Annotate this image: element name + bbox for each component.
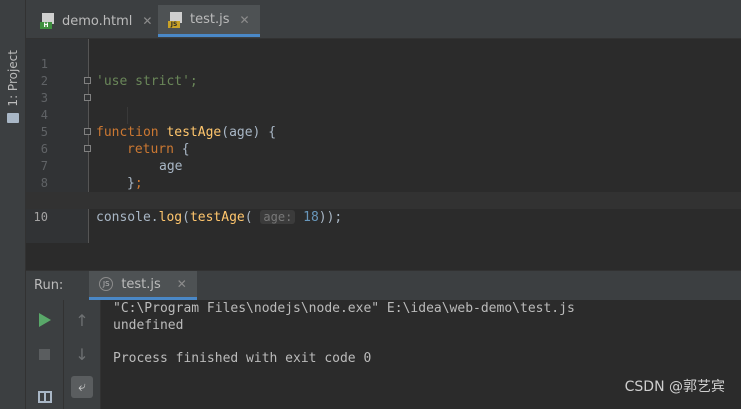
close-icon[interactable]: ✕ <box>239 13 249 27</box>
number-literal: 18 <box>303 210 319 225</box>
code-text: ( <box>244 210 261 225</box>
fold-marker-icon[interactable] <box>84 77 91 84</box>
code-line: 7 } <box>26 141 741 208</box>
code-line: 2 <box>26 56 741 88</box>
code-editor[interactable]: 1 'use strict'; 2 3 function testAge(age… <box>26 39 741 243</box>
down-arrow-icon[interactable]: ↓ <box>71 343 93 365</box>
code-line: 9 console.log(testAge( age: 18)); <box>26 175 741 225</box>
html-file-icon: H <box>40 13 56 29</box>
tab-label: test.js <box>190 12 230 27</box>
rerun-button[interactable] <box>34 309 56 331</box>
code-text: ( <box>182 210 190 225</box>
left-tool-strip: 1: Project <box>0 0 26 409</box>
console-line: undefined <box>113 318 184 333</box>
layout-icon <box>37 391 52 403</box>
up-arrow-icon[interactable]: ↑ <box>71 309 93 331</box>
run-tab-test-js[interactable]: JS test.js ✕ <box>89 271 197 300</box>
run-toolbar <box>26 300 64 409</box>
code-line: 8 <box>26 158 741 190</box>
parameter-hint: age: <box>260 210 296 224</box>
code-line: 4 return { <box>26 90 741 157</box>
current-code-line: 10 <box>26 192 741 224</box>
console-line: "C:\Program Files\nodejs\node.exe" E:\id… <box>113 301 575 316</box>
code-text: )); <box>318 210 343 225</box>
project-tool-label: 1: Project <box>5 50 20 107</box>
project-tool-tab[interactable]: 1: Project <box>0 8 25 123</box>
watermark: CSDN @郭艺宾 <box>624 379 725 395</box>
console-toolbar: ↑ ↓ ⤶ <box>64 300 101 409</box>
run-tab-label: test.js <box>121 276 161 292</box>
editor-tab-bar: H demo.html ✕ JS test.js ✕ <box>26 0 741 39</box>
run-label: Run: <box>34 278 64 293</box>
method-name: log <box>158 210 183 225</box>
play-icon <box>38 313 51 327</box>
nodejs-icon: JS <box>99 277 114 291</box>
code-line: 6 }; <box>26 124 741 191</box>
layout-button[interactable] <box>34 386 56 408</box>
run-panel-header: Run: JS test.js ✕ <box>26 270 741 300</box>
tab-label: demo.html <box>62 13 133 29</box>
tab-demo-html[interactable]: H demo.html ✕ <box>34 5 158 37</box>
stop-icon <box>39 348 50 360</box>
tab-test-js[interactable]: JS test.js ✕ <box>158 5 260 37</box>
js-file-icon: JS <box>168 11 184 28</box>
folder-icon <box>6 113 19 123</box>
stop-button[interactable] <box>34 343 56 365</box>
line-number: 10 <box>33 210 48 224</box>
fold-marker-icon[interactable] <box>84 128 91 135</box>
code-line: 3 function testAge(age) { <box>26 73 741 140</box>
code-text: console. <box>96 210 159 225</box>
console-line: Process finished with exit code 0 <box>113 351 372 366</box>
close-icon[interactable]: ✕ <box>142 14 152 28</box>
soft-wrap-icon[interactable]: ⤶ <box>71 376 93 398</box>
code-line: 1 'use strict'; <box>26 39 741 89</box>
close-icon[interactable]: ✕ <box>177 277 187 291</box>
fold-marker-icon[interactable] <box>84 94 91 101</box>
code-line: 5 age <box>26 107 741 174</box>
function-name: testAge <box>189 210 245 225</box>
fold-marker-icon[interactable] <box>84 145 91 152</box>
